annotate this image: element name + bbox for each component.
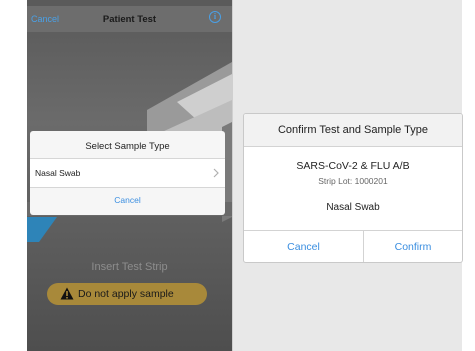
info-icon[interactable]: i — [209, 11, 221, 23]
nav-bar: Cancel Patient Test i — [27, 6, 232, 32]
strip-lot: Strip Lot: 1000201 — [318, 176, 388, 186]
sample-type: Nasal Swab — [326, 202, 380, 213]
chevron-right-icon — [213, 168, 219, 178]
confirm-button[interactable]: Confirm — [363, 231, 462, 262]
nav-title: Patient Test — [102, 14, 157, 25]
warning-banner: Do not apply sample — [47, 283, 207, 305]
confirm-dialog-title: Confirm Test and Sample Type — [244, 114, 462, 147]
warning-triangle-icon — [60, 287, 74, 300]
warning-text: Do not apply sample — [78, 288, 174, 300]
confirm-test-dialog: Confirm Test and Sample Type SARS-CoV-2 … — [243, 113, 463, 263]
sample-option-nasal-swab[interactable]: Nasal Swab — [30, 158, 225, 188]
select-sample-dialog: Select Sample Type Nasal Swab Cancel — [30, 131, 225, 215]
insert-strip-instruction: Insert Test Strip — [91, 261, 168, 273]
dialog-cancel-button[interactable]: Cancel — [30, 195, 225, 205]
sample-option-label: Nasal Swab — [35, 168, 81, 178]
dialog-actions: Cancel Confirm — [244, 230, 462, 262]
patient-test-screen: Cancel Patient Test i Select Sample Type… — [27, 0, 232, 351]
test-name: SARS-CoV-2 & FLU A/B — [296, 160, 410, 172]
cancel-button[interactable]: Cancel — [244, 231, 364, 262]
dialog-title: Select Sample Type — [85, 141, 170, 152]
